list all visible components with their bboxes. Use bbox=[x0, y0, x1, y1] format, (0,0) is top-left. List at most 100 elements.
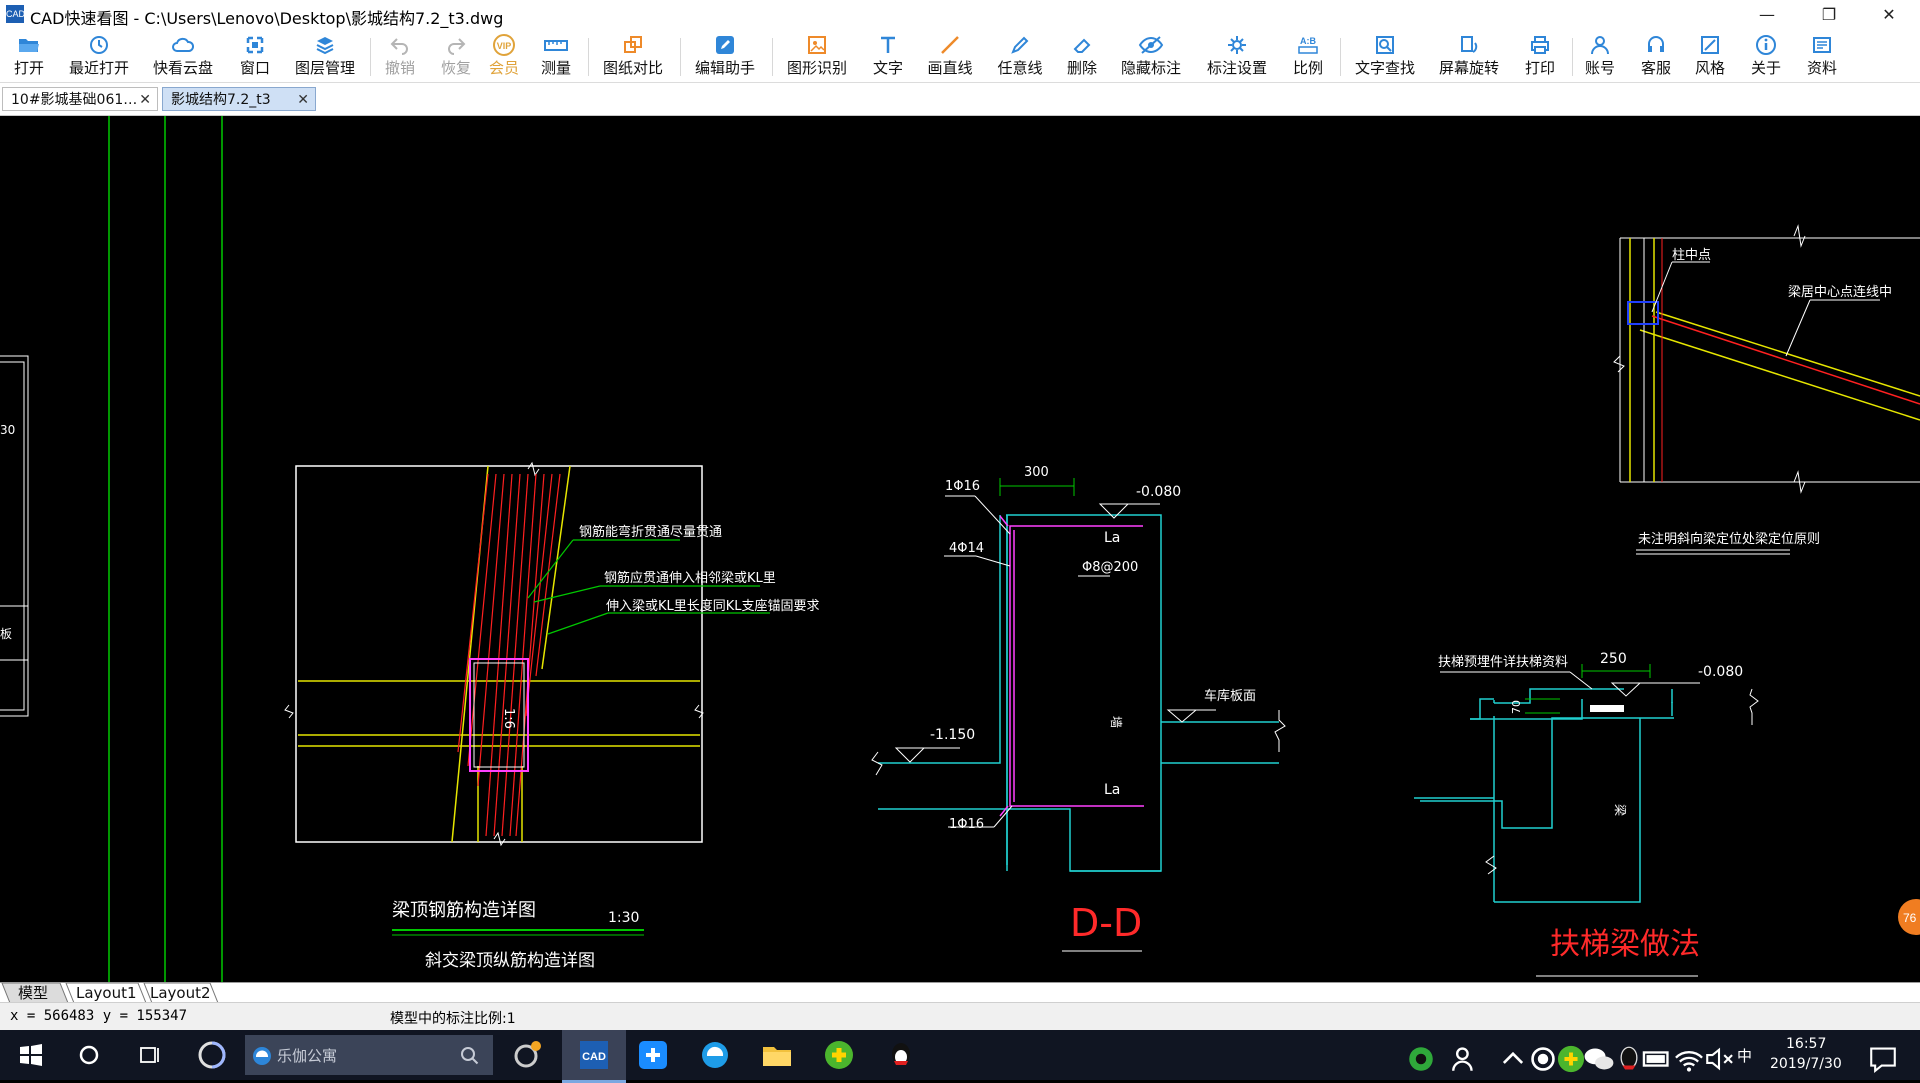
redo-button[interactable]: 恢复 bbox=[436, 32, 476, 80]
qq-icon[interactable] bbox=[884, 1038, 918, 1072]
people-icon[interactable] bbox=[1448, 1042, 1482, 1076]
scale-button[interactable]: A:B 比例 bbox=[1288, 32, 1328, 80]
chevron-up-icon[interactable] bbox=[1496, 1042, 1530, 1076]
text-search-icon bbox=[1376, 36, 1394, 54]
svg-text:300: 300 bbox=[1024, 465, 1049, 480]
shape-recognition-button[interactable]: 图形识别 bbox=[784, 32, 850, 80]
delete-button[interactable]: 删除 bbox=[1064, 32, 1100, 80]
layout-tab-layout2[interactable]: Layout2 bbox=[150, 983, 211, 1003]
measure-button[interactable]: 测量 bbox=[536, 32, 576, 80]
rotate-screen-button[interactable]: 屏幕旋转 bbox=[1436, 32, 1502, 80]
text-button[interactable]: 文字 bbox=[868, 32, 908, 80]
undo-button[interactable]: 撤销 bbox=[380, 32, 420, 80]
close-button[interactable]: ✕ bbox=[1866, 0, 1912, 30]
windows-start-icon[interactable] bbox=[14, 1038, 48, 1072]
left-partial-frame bbox=[0, 355, 29, 717]
layer-manager-button[interactable]: 图层管理 bbox=[292, 32, 358, 80]
layout-tab-model[interactable]: 模型 bbox=[18, 983, 48, 1003]
open-button[interactable]: 打开 bbox=[8, 32, 50, 80]
window-title: CAD快速看图 - C:\Users\Lenovo\Desktop\影城结构7.… bbox=[30, 9, 504, 28]
tab-document-1[interactable]: 10#影城基础061… ✕ bbox=[2, 87, 158, 111]
cad-app-icon: CAD bbox=[580, 1041, 608, 1069]
svg-text:柱中点: 柱中点 bbox=[1672, 248, 1711, 263]
browser-notification-icon[interactable] bbox=[510, 1038, 544, 1072]
svg-text:梁: 梁 bbox=[1613, 804, 1628, 816]
detail-column-beam-plan: 柱中点 梁居中心点连线中 未注明斜向梁定位处梁定位原则 bbox=[1613, 224, 1920, 555]
folder-open-icon bbox=[19, 39, 39, 52]
volume-muted-icon[interactable] bbox=[1702, 1042, 1736, 1076]
svg-text:La: La bbox=[1104, 782, 1120, 798]
scale-icon: A:B bbox=[1298, 36, 1318, 54]
svg-text:70: 70 bbox=[1510, 700, 1523, 714]
svg-text:-1.150: -1.150 bbox=[930, 727, 975, 743]
svg-text:斜交梁顶纵筋构造详图: 斜交梁顶纵筋构造详图 bbox=[425, 951, 595, 971]
restore-button[interactable]: ❐ bbox=[1806, 0, 1852, 30]
minimize-button[interactable]: — bbox=[1744, 0, 1790, 30]
notification-center-icon[interactable] bbox=[1866, 1042, 1900, 1076]
ime-indicator[interactable]: 中 bbox=[1737, 1045, 1752, 1066]
close-tab-icon[interactable]: ✕ bbox=[139, 88, 151, 112]
edit-assistant-button[interactable]: 编辑助手 bbox=[692, 32, 758, 80]
svg-text:-0.080: -0.080 bbox=[1698, 664, 1743, 680]
annotation-settings-button[interactable]: 标注设置 bbox=[1204, 32, 1270, 80]
svg-text:伸入梁或KL里长度同KL支座锚固要求: 伸入梁或KL里长度同KL支座锚固要求 bbox=[606, 598, 820, 614]
style-button[interactable]: 风格 bbox=[1692, 32, 1728, 80]
svg-text:La: La bbox=[1104, 530, 1120, 546]
colorful-app-icon[interactable] bbox=[195, 1038, 229, 1072]
recent-open-button[interactable]: 最近打开 bbox=[66, 32, 132, 80]
print-button[interactable]: 打印 bbox=[1520, 32, 1560, 80]
layers-icon bbox=[316, 37, 334, 55]
account-button[interactable]: 账号 bbox=[1582, 32, 1618, 80]
svg-text:Φ8@200: Φ8@200 bbox=[1082, 560, 1138, 575]
text-icon bbox=[881, 36, 895, 53]
tab-document-2[interactable]: 影城结构7.2_t3 ✕ bbox=[162, 87, 316, 111]
window-button[interactable]: 窗口 bbox=[236, 32, 274, 80]
task-view-icon[interactable] bbox=[132, 1038, 166, 1072]
battery-icon[interactable] bbox=[1640, 1042, 1674, 1076]
info-icon bbox=[1756, 35, 1776, 55]
taskbar-cad-active[interactable]: CAD bbox=[562, 1030, 626, 1083]
tray-app-icon[interactable] bbox=[1404, 1042, 1438, 1076]
svg-text:1Φ16: 1Φ16 bbox=[945, 479, 980, 494]
edge-icon bbox=[253, 1047, 271, 1065]
clock-time[interactable]: 16:57 bbox=[1786, 1036, 1826, 1052]
layout-tab-bar: 模型 Layout1 Layout2 bbox=[0, 982, 1920, 1003]
shape-recognition-icon bbox=[808, 36, 826, 54]
svg-text:1:6: 1:6 bbox=[501, 708, 516, 729]
taskbar-search-box[interactable]: 乐伽公寓 bbox=[245, 1035, 493, 1075]
draw-line-button[interactable]: 画直线 bbox=[924, 32, 976, 80]
customer-service-button[interactable]: 客服 bbox=[1638, 32, 1674, 80]
svg-text:76: 76 bbox=[1903, 911, 1917, 925]
svg-text:钢筋应贯通伸入相邻梁或KL里: 钢筋应贯通伸入相邻梁或KL里 bbox=[604, 570, 776, 586]
hide-annotations-button[interactable]: 隐藏标注 bbox=[1118, 32, 1184, 80]
svg-text:未注明斜向梁定位处梁定位原则: 未注明斜向梁定位处梁定位原则 bbox=[1638, 531, 1820, 547]
drawing-compare-button[interactable]: 图纸对比 bbox=[600, 32, 666, 80]
redo-icon bbox=[448, 38, 466, 55]
wechat-icon[interactable] bbox=[1582, 1042, 1616, 1076]
security-guard-icon[interactable] bbox=[822, 1038, 856, 1072]
cad-drawing: 30 板 1:6 钢筋能弯折贯通尽量贯通 钢筋应贯通伸入相邻梁或KL里 伸入梁或… bbox=[0, 116, 1920, 982]
svg-text:梁居中心点连线中: 梁居中心点连线中 bbox=[1788, 284, 1892, 300]
layout-tab-layout1[interactable]: Layout1 bbox=[76, 983, 137, 1003]
app-logo-icon: CAD bbox=[6, 5, 25, 23]
ie-browser-icon[interactable] bbox=[698, 1038, 732, 1072]
library-button[interactable]: 资料 bbox=[1804, 32, 1840, 80]
file-explorer-icon[interactable] bbox=[760, 1038, 794, 1072]
svg-text:1:30: 1:30 bbox=[608, 910, 639, 926]
svg-text:钢筋能弯折贯通尽量贯通: 钢筋能弯折贯通尽量贯通 bbox=[579, 524, 722, 540]
wifi-icon[interactable] bbox=[1672, 1042, 1706, 1076]
vip-button[interactable]: VIP 会员 bbox=[486, 32, 522, 80]
cloud-drive-button[interactable]: 快看云盘 bbox=[150, 32, 216, 80]
about-button[interactable]: 关于 bbox=[1748, 32, 1784, 80]
svg-text:A:B: A:B bbox=[1300, 36, 1316, 46]
text-search-button[interactable]: 文字查找 bbox=[1352, 32, 1418, 80]
cortana-icon[interactable] bbox=[72, 1038, 106, 1072]
style-icon bbox=[1701, 36, 1719, 54]
dingtalk-icon[interactable] bbox=[636, 1038, 670, 1072]
drawing-canvas[interactable]: 30 板 1:6 钢筋能弯折贯通尽量贯通 钢筋应贯通伸入相邻梁或KL里 伸入梁或… bbox=[0, 116, 1920, 982]
clock-date[interactable]: 2019/7/30 bbox=[1770, 1056, 1842, 1072]
close-tab-icon[interactable]: ✕ bbox=[297, 88, 309, 112]
taskbar: 乐伽公寓 CAD 中 16:57 2019/7/30 bbox=[0, 1030, 1920, 1083]
history-icon bbox=[90, 36, 108, 54]
freehand-line-button[interactable]: 任意线 bbox=[994, 32, 1046, 80]
